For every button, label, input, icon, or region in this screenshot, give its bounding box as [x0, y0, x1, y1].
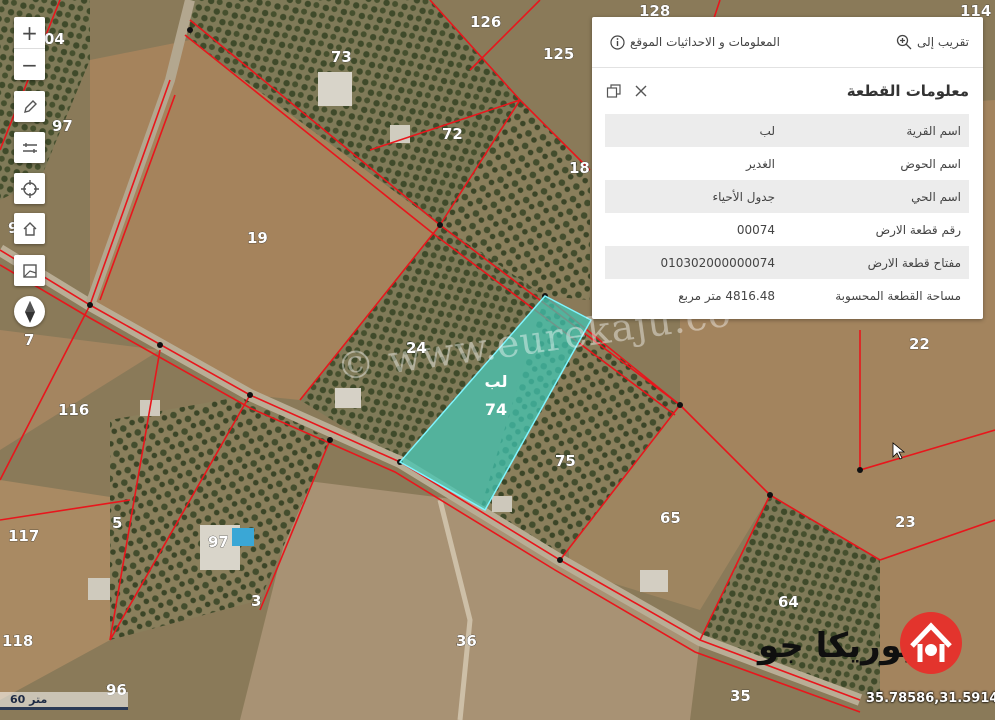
plot-label: 35 — [730, 687, 751, 705]
compass-button[interactable] — [14, 296, 45, 327]
selected-plot-number: 74 — [485, 400, 507, 419]
tab-zoom-to[interactable]: تقريب إلى — [892, 34, 969, 50]
plot-label: 3 — [251, 592, 261, 610]
coordinates-readout: 35.78586,31.59143 — [866, 691, 995, 706]
plot-label: 72 — [442, 125, 463, 143]
scale-label: 60 متر — [10, 693, 48, 706]
locate-icon — [20, 179, 39, 198]
table-row: لب اسم القرية — [605, 114, 969, 147]
logo-house-icon — [900, 612, 962, 674]
pencil-icon — [23, 99, 37, 113]
close-icon[interactable] — [634, 84, 648, 98]
row-value: الغدير — [745, 156, 775, 171]
restore-icon[interactable] — [606, 83, 622, 99]
zoom-controls: + − — [14, 17, 45, 80]
basemap-button[interactable] — [14, 255, 45, 286]
row-value: 00074 — [736, 222, 775, 237]
table-row: جدول الأحياء اسم الحي — [605, 180, 969, 213]
plot-label: 19 — [247, 229, 268, 247]
brand-logo: يوريكا جو — [758, 606, 968, 686]
tab-zoom-to-label: تقريب إلى — [917, 35, 969, 49]
scale-bar: 60 متر — [0, 692, 128, 710]
row-key: مفتاح قطعة الارض — [783, 246, 969, 279]
map-layer-icon — [22, 263, 37, 278]
plot-label: 36 — [456, 632, 477, 650]
measure-icon — [22, 142, 37, 153]
row-value: جدول الأحياء — [605, 180, 783, 213]
row-key: مساحة القطعة المحسوبة — [835, 288, 961, 303]
plot-label: 73 — [331, 48, 352, 66]
plot-label: 04 — [44, 30, 65, 48]
measure-tool-button[interactable] — [14, 132, 45, 163]
parcel-info-panel: المعلومات و الاحداثيات الموقع تقريب إلى … — [592, 17, 983, 319]
row-value: 4816.48 متر مربع — [678, 288, 775, 303]
row-value: 010302000000074 — [605, 246, 783, 279]
info-icon — [610, 34, 625, 50]
tab-location-info[interactable]: المعلومات و الاحداثيات الموقع — [606, 34, 780, 50]
table-row: الغدير اسم الحوض — [605, 147, 969, 180]
draw-tool-button[interactable] — [14, 91, 45, 122]
home-button[interactable] — [14, 213, 45, 244]
home-icon — [23, 221, 36, 236]
logo-text: يوريكا جو — [758, 626, 916, 666]
plot-label: 125 — [543, 45, 574, 63]
plot-label: 116 — [58, 401, 89, 419]
plot-label: 117 — [8, 527, 39, 545]
row-value: لب — [605, 114, 783, 147]
table-row: 00074 رقم قطعة الارض — [605, 213, 969, 246]
plot-label: 126 — [470, 13, 501, 31]
table-row: 010302000000074 مفتاح قطعة الارض — [605, 246, 969, 279]
row-key: اسم الحي — [783, 180, 969, 213]
plot-label: 75 — [555, 452, 576, 470]
plot-label: 22 — [909, 335, 930, 353]
zoom-in-button[interactable]: + — [14, 17, 45, 48]
row-key: اسم القرية — [783, 114, 969, 147]
row-key: رقم قطعة الارض — [875, 222, 961, 237]
plot-label: 97 — [208, 533, 229, 551]
plot-label: 7 — [24, 331, 34, 349]
selected-plot-village: لب — [485, 372, 508, 391]
compass-icon — [24, 300, 35, 323]
plot-label: 65 — [660, 509, 681, 527]
tab-location-info-label: المعلومات و الاحداثيات الموقع — [630, 35, 780, 49]
zoom-out-button[interactable]: − — [14, 48, 45, 80]
locate-button[interactable] — [14, 173, 45, 204]
plot-label: 97 — [52, 117, 73, 135]
plot-label: 18 — [569, 159, 590, 177]
plot-label: 5 — [112, 514, 122, 532]
plot-label: 23 — [895, 513, 916, 531]
parcel-info-table: لب اسم القرية الغدير اسم الحوض جدول الأحيا… — [605, 114, 969, 312]
zoom-to-icon — [896, 34, 912, 50]
table-row: 4816.48 متر مربع مساحة القطعة المحسوبة — [605, 279, 969, 312]
row-key: اسم الحوض — [900, 156, 961, 171]
plot-label: 118 — [2, 632, 33, 650]
panel-title: معلومات القطعة — [846, 82, 969, 100]
